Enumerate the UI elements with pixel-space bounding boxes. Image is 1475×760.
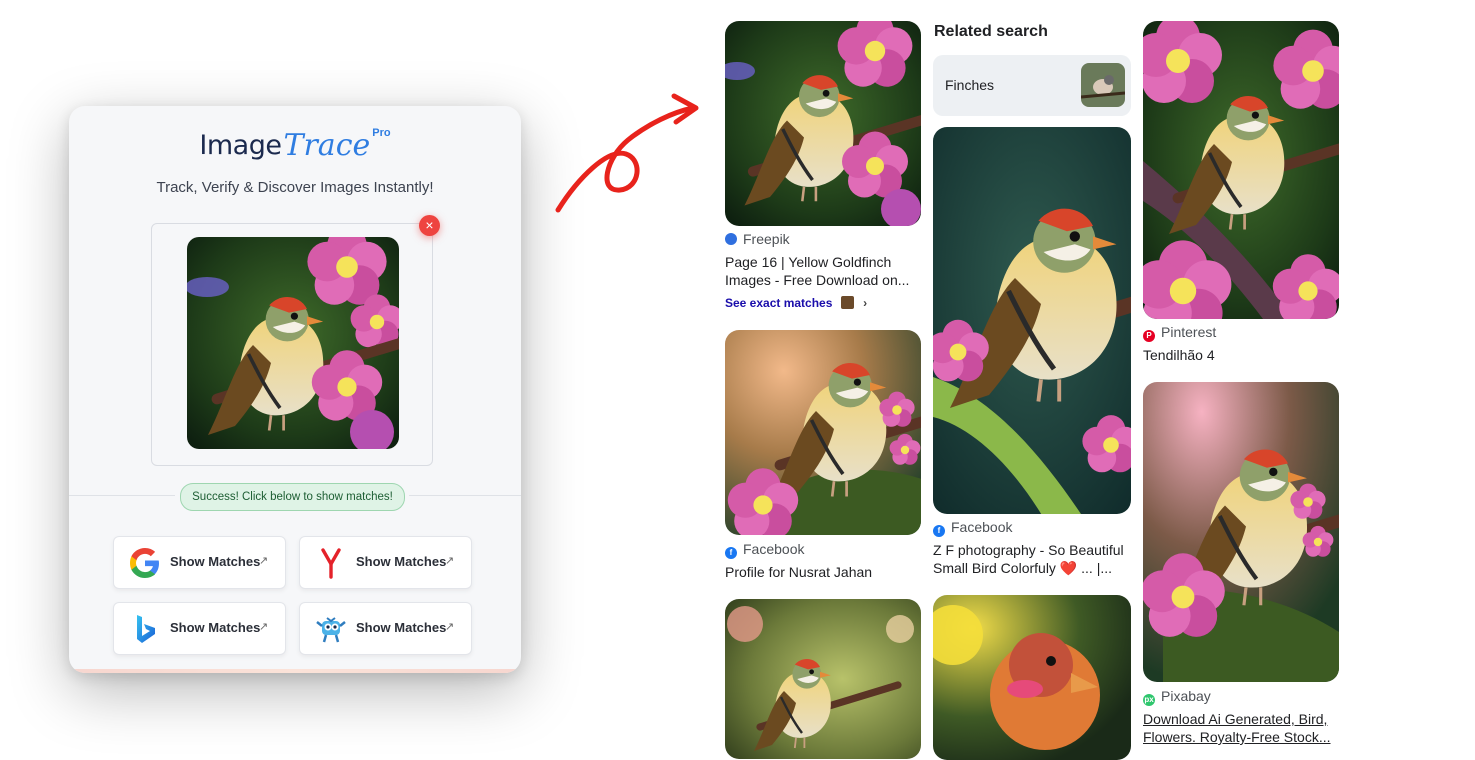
app-logo: ImageTrace Pro xyxy=(69,126,521,172)
result-image-5[interactable] xyxy=(933,595,1131,760)
divider-left xyxy=(69,495,175,496)
related-search-thumbnail xyxy=(1081,63,1125,107)
result-image-7[interactable] xyxy=(1143,382,1339,682)
result-title-1[interactable]: Page 16 | Yellow Goldfinch Images - Free… xyxy=(725,253,909,289)
divider-right xyxy=(409,495,521,496)
result-title-5[interactable]: Download Ai Generated, Bird, Flowers. Ro… xyxy=(1143,710,1331,746)
logo-text-trace: Trace xyxy=(283,128,371,163)
popup-bottom-accent xyxy=(69,669,521,673)
result-source-3[interactable]: f Facebook xyxy=(933,519,1012,537)
related-search-heading: Related search xyxy=(934,23,1048,40)
freepik-icon xyxy=(725,233,737,245)
tineye-button-label: Show Matches xyxy=(356,620,447,635)
external-link-icon: ↗ xyxy=(259,555,269,567)
google-button-label: Show Matches xyxy=(170,554,261,569)
result-image-1[interactable] xyxy=(725,21,921,226)
yandex-icon xyxy=(321,548,341,579)
yandex-button-label: Show Matches xyxy=(356,554,447,569)
bing-show-matches-button[interactable]: Show Matches ↗ xyxy=(113,602,286,655)
bing-button-label: Show Matches xyxy=(170,620,261,635)
result-image-2[interactable] xyxy=(725,330,921,535)
external-link-icon: ↗ xyxy=(445,555,455,567)
result-source-5[interactable]: px Pixabay xyxy=(1143,688,1211,706)
exact-match-thumbnail xyxy=(840,296,854,309)
google-show-matches-button[interactable]: Show Matches ↗ xyxy=(113,536,286,589)
see-exact-matches-link[interactable]: See exact matches › xyxy=(725,296,867,310)
external-link-icon: ↗ xyxy=(445,621,455,633)
result-title-2[interactable]: Profile for Nusrat Jahan xyxy=(725,563,872,581)
facebook-icon: f xyxy=(933,525,945,537)
tagline: Track, Verify & Discover Images Instantl… xyxy=(156,179,434,196)
extension-popup: ImageTrace Pro Track, Verify & Discover I… xyxy=(69,106,521,673)
result-title-4[interactable]: Tendilhão 4 xyxy=(1143,346,1215,364)
tineye-show-matches-button[interactable]: Show Matches ↗ xyxy=(299,602,472,655)
uploaded-image-preview xyxy=(187,237,399,449)
result-source-2[interactable]: f Facebook xyxy=(725,541,804,559)
logo-text-image: Image xyxy=(199,130,282,161)
remove-image-button[interactable]: × xyxy=(419,215,440,236)
pixabay-icon: px xyxy=(1143,694,1155,706)
logo-pro-badge: Pro xyxy=(372,126,391,139)
uploaded-image-card xyxy=(151,223,433,466)
chevron-right-icon: › xyxy=(863,296,868,310)
related-search-chip-finches[interactable]: Finches xyxy=(933,55,1131,116)
result-image-6[interactable] xyxy=(1143,21,1339,319)
yandex-show-matches-button[interactable]: Show Matches ↗ xyxy=(299,536,472,589)
pinterest-icon: P xyxy=(1143,330,1155,342)
success-status-badge: Success! Click below to show matches! xyxy=(180,483,405,511)
external-link-icon: ↗ xyxy=(259,621,269,633)
red-curved-arrow-icon xyxy=(555,93,699,213)
result-image-4[interactable] xyxy=(933,127,1131,514)
result-source-4[interactable]: P Pinterest xyxy=(1143,324,1216,342)
result-source-1[interactable]: Freepik xyxy=(725,231,790,247)
result-title-3[interactable]: Z F photography - So Beautiful Small Bir… xyxy=(933,541,1124,577)
facebook-icon: f xyxy=(725,547,737,559)
tineye-robot-icon xyxy=(316,617,346,643)
google-icon xyxy=(130,548,159,578)
result-image-3[interactable] xyxy=(725,599,921,759)
bing-icon xyxy=(137,615,155,643)
